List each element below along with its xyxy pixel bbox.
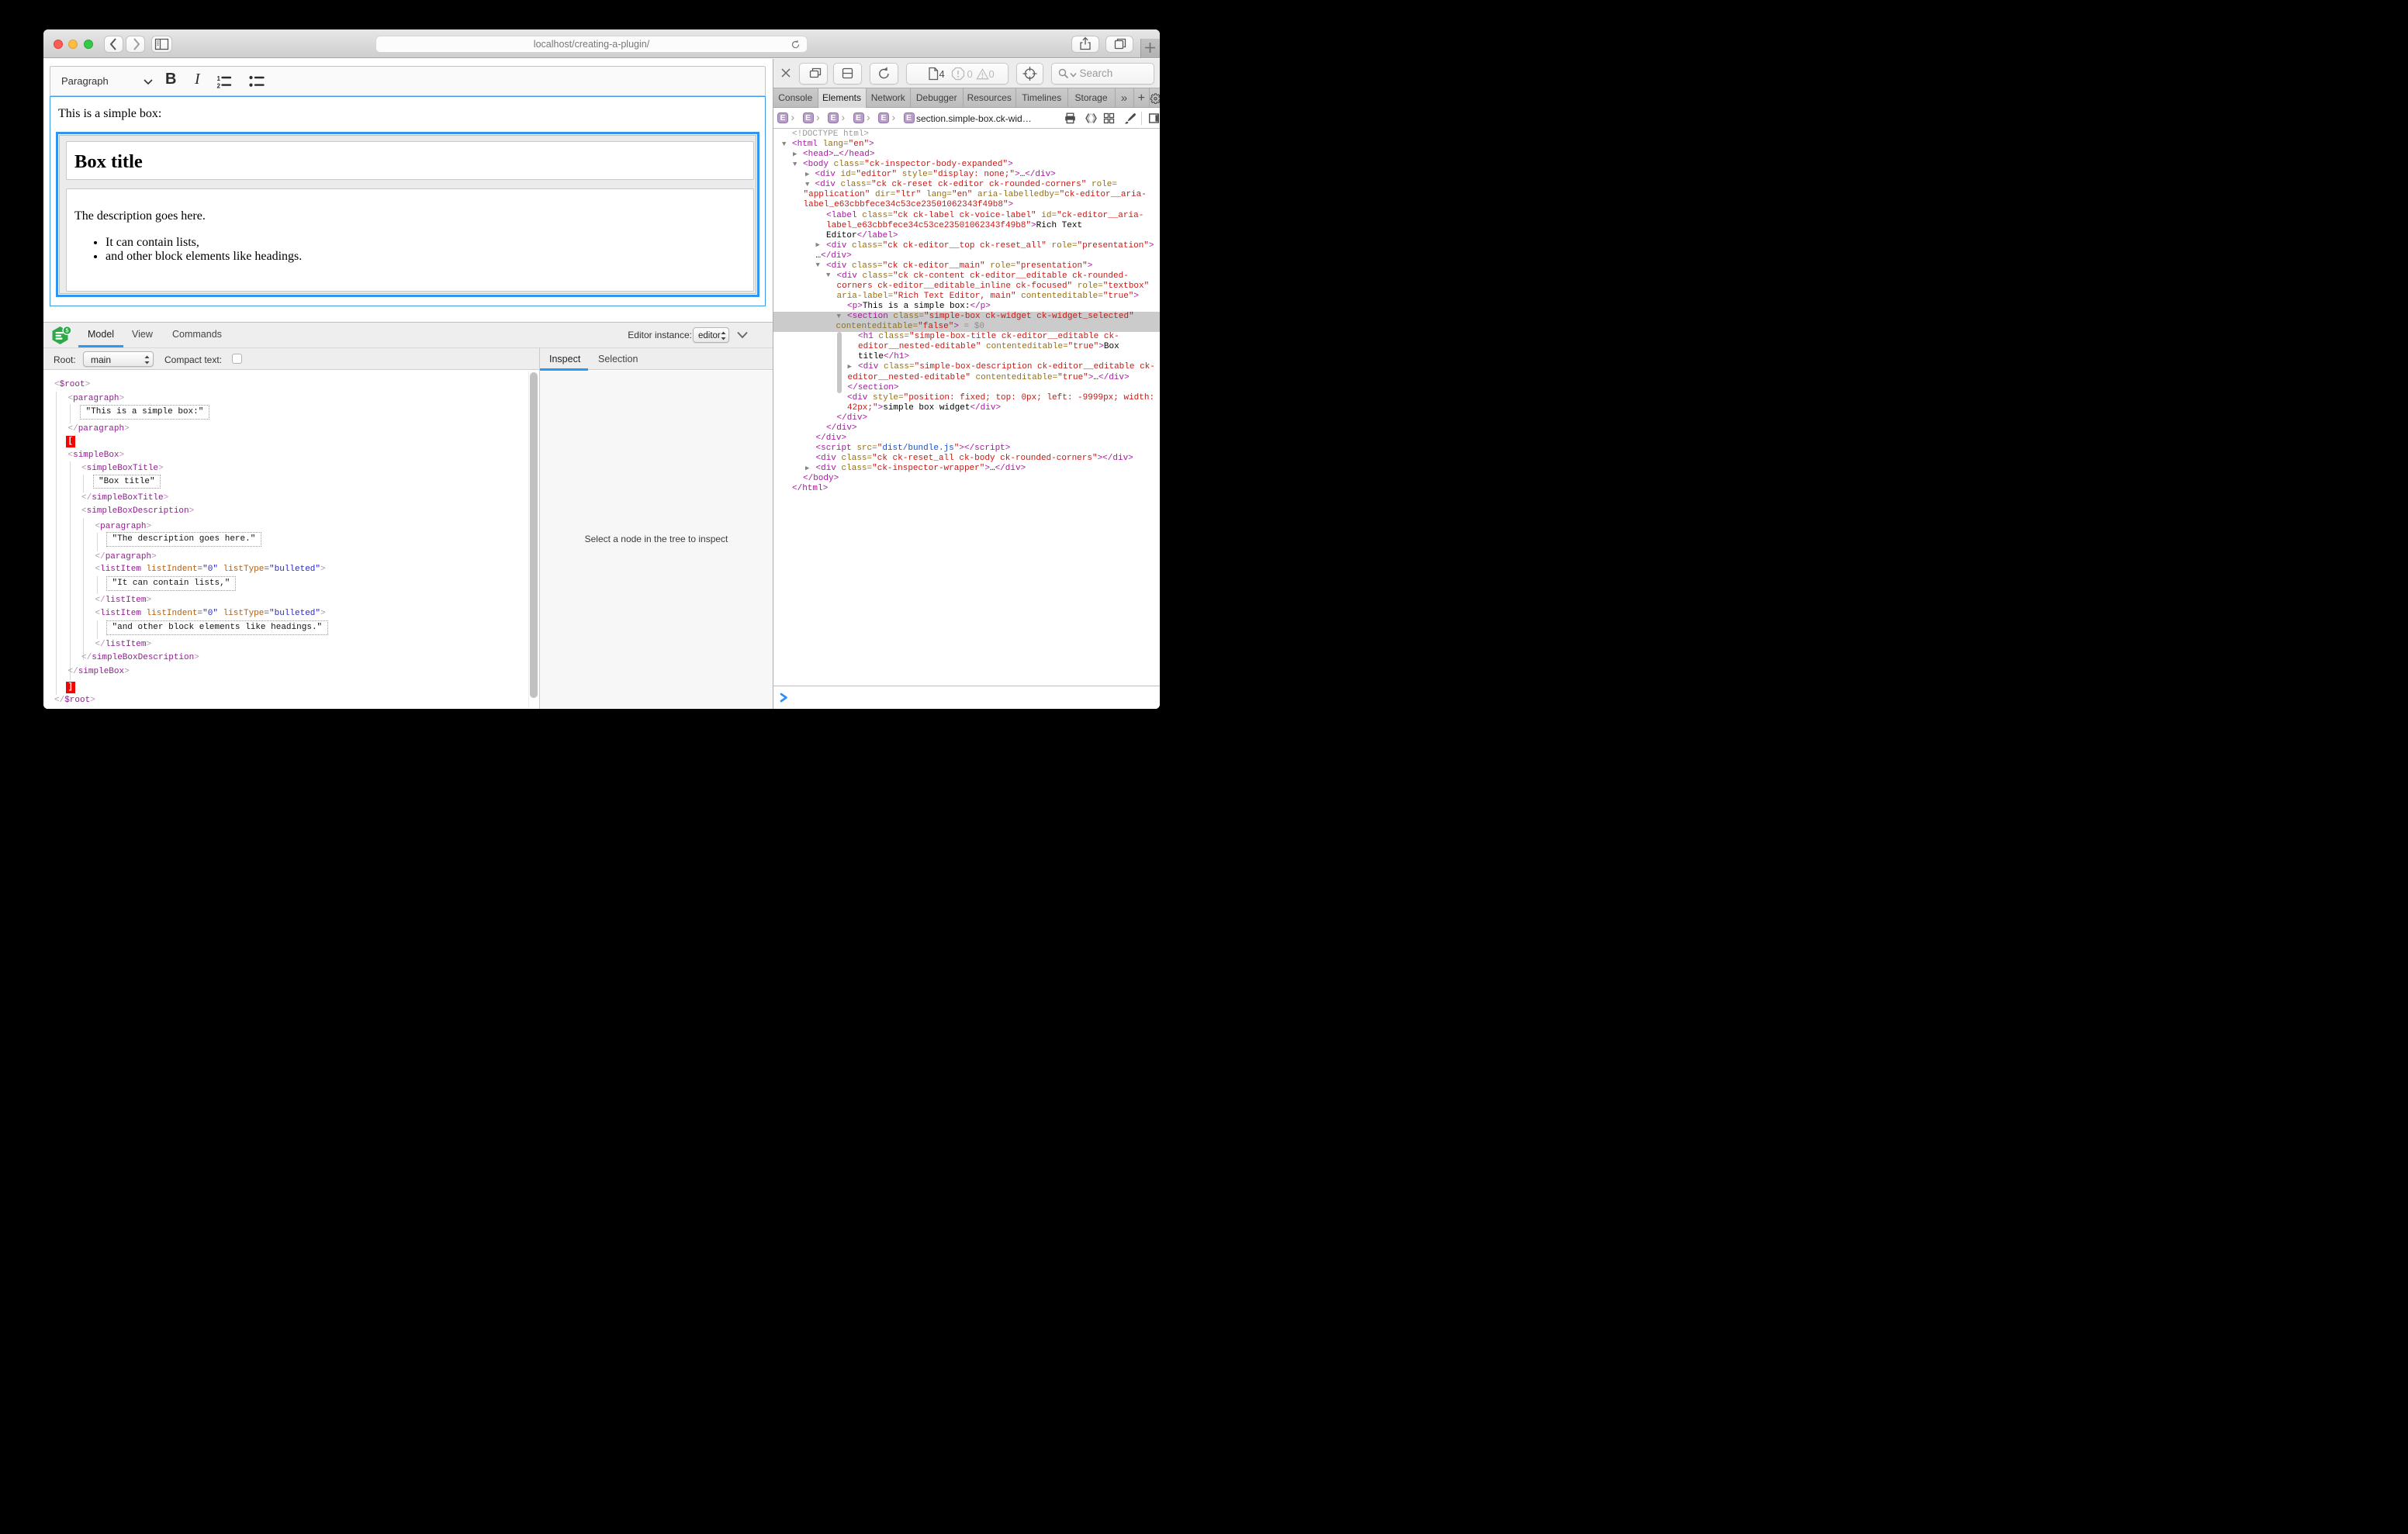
svg-text:1: 1 <box>217 74 221 81</box>
svg-text:5: 5 <box>66 329 69 334</box>
svg-text:2: 2 <box>217 82 221 88</box>
